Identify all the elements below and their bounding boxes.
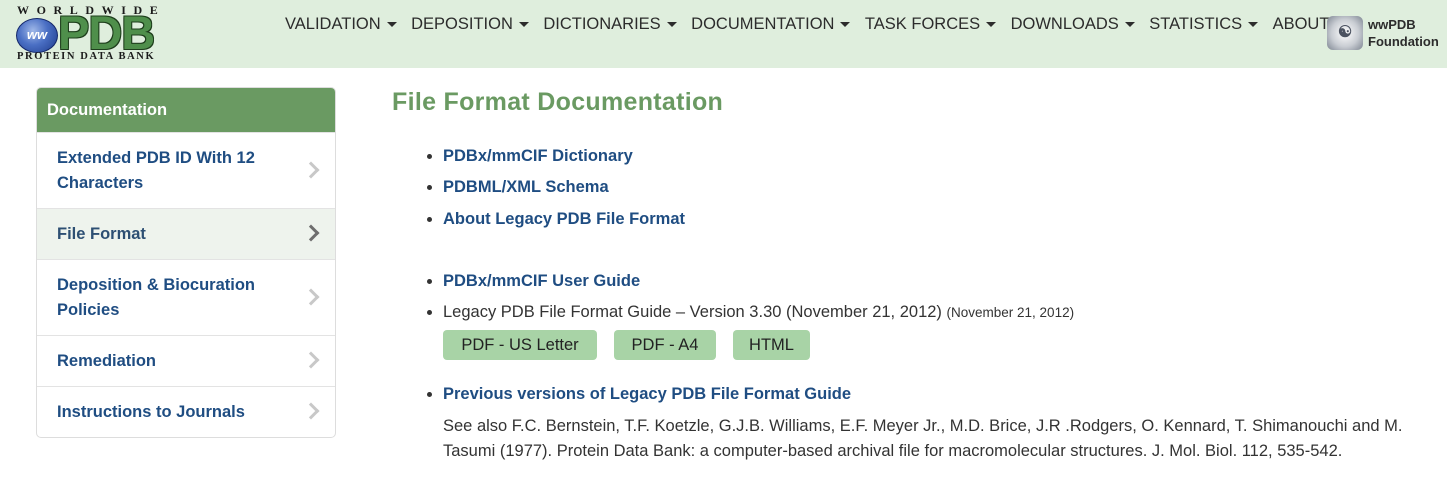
foundation-logo-icon: ☯: [1327, 16, 1363, 50]
caret-down-icon: [1124, 22, 1135, 28]
pdf-us-letter-button[interactable]: PDF - US Letter: [443, 330, 597, 360]
nav-label: DEPOSITION: [411, 15, 513, 33]
sidebar-item-instructions-journals[interactable]: Instructions to Journals: [37, 386, 335, 437]
nav-downloads[interactable]: DOWNLOADS: [1011, 13, 1135, 35]
sidebar-item-label: Extended PDB ID With 12 Characters: [57, 148, 255, 192]
caret-down-icon: [840, 22, 851, 28]
globe-icon: ww: [16, 18, 58, 53]
caret-down-icon: [518, 22, 529, 28]
top-navbar: WORLDWIDE ww PDB PROTEIN DATA BANK VALID…: [0, 0, 1447, 68]
nav-label: VALIDATION: [285, 15, 381, 33]
html-button[interactable]: HTML: [733, 330, 810, 360]
caret-down-icon: [386, 22, 397, 28]
sidebar-item-label: Instructions to Journals: [57, 402, 245, 421]
list-item: PDBx/mmCIF User Guide: [426, 269, 640, 294]
list-item: Legacy PDB File Format Guide – Version 3…: [426, 300, 1075, 325]
logo-main-text: PDB: [58, 6, 155, 59]
sidebar-title: Documentation: [37, 88, 335, 132]
chevron-right-icon: [302, 402, 320, 420]
nav-deposition[interactable]: DEPOSITION: [411, 13, 529, 35]
caret-down-icon: [666, 22, 677, 28]
foundation-text: wwPDB Foundation: [1368, 16, 1439, 50]
sidebar-item-label: File Format: [57, 224, 146, 243]
legacy-guide-date: (November 21, 2012): [946, 305, 1075, 320]
wwpdb-logo[interactable]: WORLDWIDE ww PDB PROTEIN DATA BANK: [14, 3, 204, 65]
list-item: Previous versions of Legacy PDB File For…: [426, 382, 851, 407]
sidebar-item-deposition-policies[interactable]: Deposition & Biocuration Policies: [37, 259, 335, 335]
foundation-line2: Foundation: [1368, 34, 1439, 49]
list-item: About Legacy PDB File Format: [426, 207, 685, 232]
reference-paragraph: See also F.C. Bernstein, T.F. Koetzle, G…: [443, 417, 1403, 460]
nav-label: DICTIONARIES: [543, 15, 661, 33]
sidebar-item-file-format[interactable]: File Format: [37, 208, 335, 259]
globe-text: ww: [26, 27, 48, 42]
chevron-right-icon: [302, 351, 320, 369]
page-title: File Format Documentation: [392, 88, 724, 116]
chevron-right-icon: [302, 224, 320, 242]
foundation-line1: wwPDB: [1368, 17, 1416, 32]
nav-label: TASK FORCES: [864, 15, 981, 33]
caret-down-icon: [986, 22, 997, 28]
list-item: PDBx/mmCIF Dictionary: [427, 144, 633, 169]
nav-label: DOCUMENTATION: [691, 15, 835, 33]
nav-label: ABOUT: [1272, 15, 1330, 33]
list-item: PDBML/XML Schema: [427, 175, 609, 200]
sidebar-item-extended-pdb-id[interactable]: Extended PDB ID With 12 Characters: [37, 132, 335, 208]
pdbml-xml-schema-link[interactable]: PDBML/XML Schema: [443, 178, 609, 196]
sidebar-item-label: Deposition & Biocuration Policies: [57, 275, 255, 319]
nav-label: DOWNLOADS: [1010, 15, 1119, 33]
nav-validation[interactable]: VALIDATION: [285, 13, 397, 35]
nav-statistics[interactable]: STATISTICS: [1149, 13, 1259, 35]
chevron-right-icon: [302, 161, 320, 178]
nav-dictionaries[interactable]: DICTIONARIES: [543, 13, 677, 35]
nav-task-forces[interactable]: TASK FORCES: [864, 13, 997, 35]
documentation-sidebar: Documentation Extended PDB ID With 12 Ch…: [36, 87, 336, 438]
main-nav: VALIDATION DEPOSITION DICTIONARIES DOCUM…: [285, 13, 1355, 35]
wwpdb-foundation-link[interactable]: ☯ wwPDB Foundation: [1327, 16, 1445, 52]
legacy-pdb-format-link[interactable]: About Legacy PDB File Format: [443, 210, 685, 228]
nav-documentation[interactable]: DOCUMENTATION: [691, 13, 851, 35]
pdf-a4-button[interactable]: PDF - A4: [614, 330, 716, 360]
previous-versions-link[interactable]: Previous versions of Legacy PDB File For…: [443, 385, 851, 403]
legacy-guide-text: Legacy PDB File Format Guide – Version 3…: [443, 303, 942, 321]
sidebar-item-remediation[interactable]: Remediation: [37, 335, 335, 386]
nav-label: STATISTICS: [1149, 15, 1243, 33]
sidebar-item-label: Remediation: [57, 351, 157, 370]
chevron-right-icon: [302, 288, 320, 305]
pdbx-mmcif-user-guide-link[interactable]: PDBx/mmCIF User Guide: [443, 272, 640, 290]
caret-down-icon: [1248, 22, 1259, 28]
pdbx-mmcif-dictionary-link[interactable]: PDBx/mmCIF Dictionary: [443, 147, 633, 165]
logo-bottom-text: PROTEIN DATA BANK: [17, 51, 156, 62]
